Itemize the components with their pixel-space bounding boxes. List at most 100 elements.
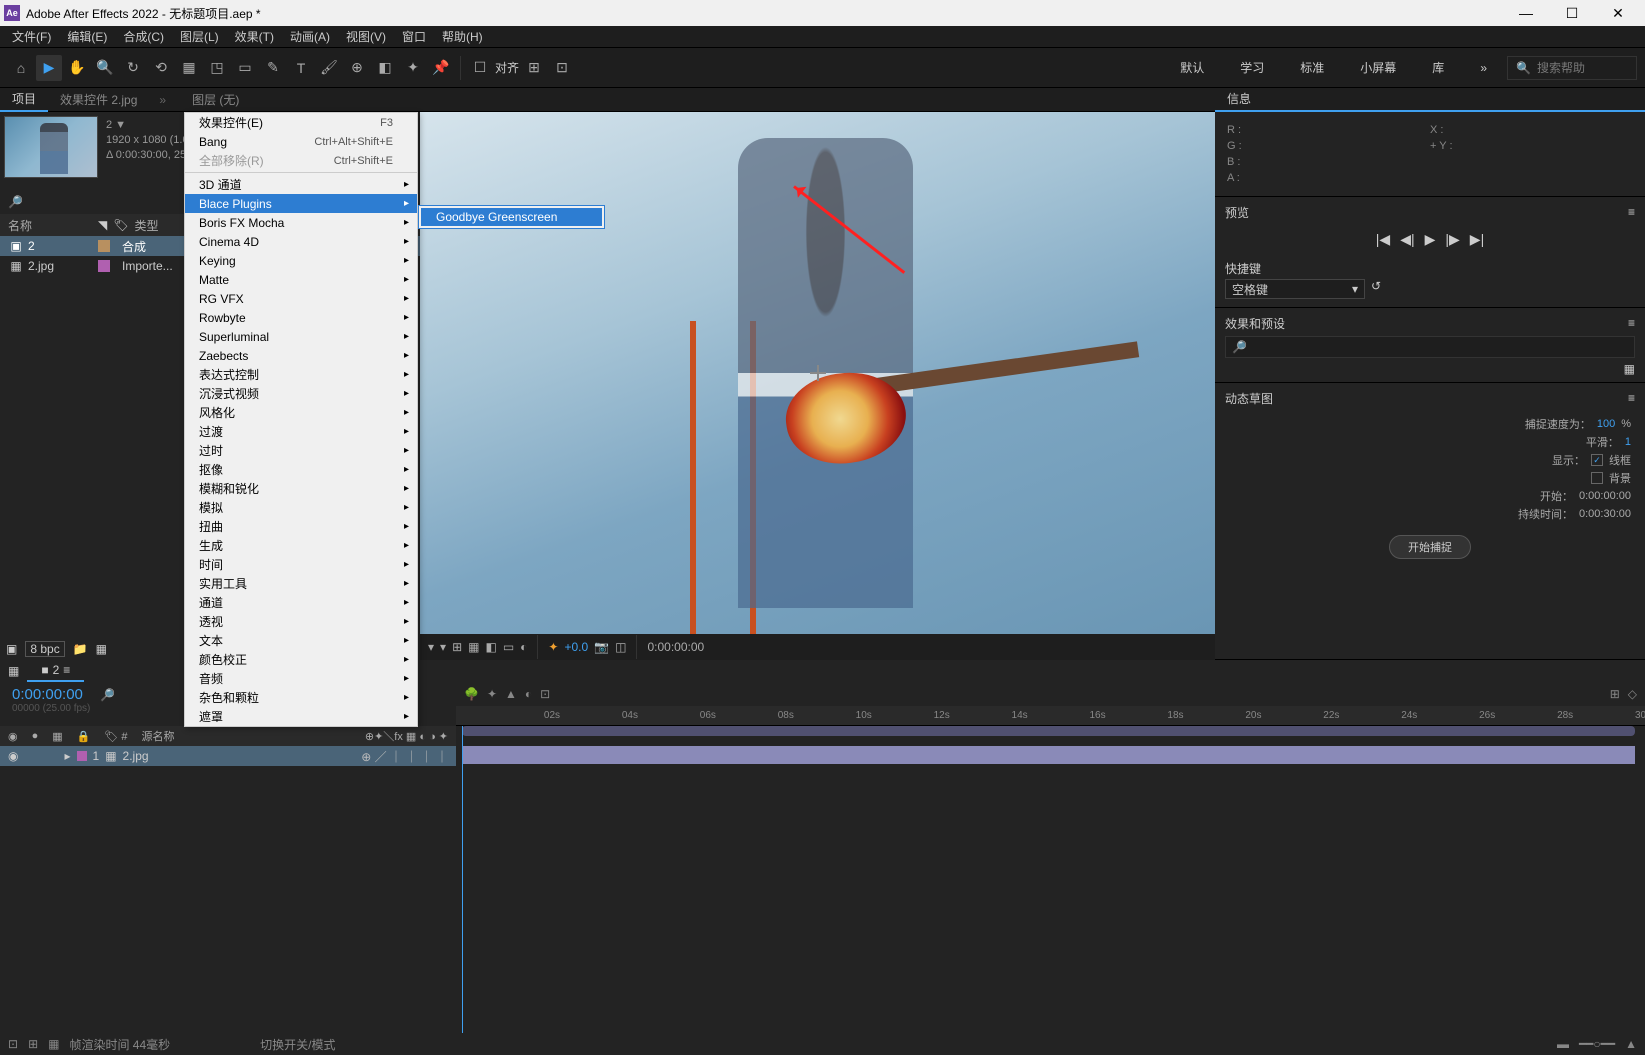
next-frame-button[interactable]: |▶ — [1445, 231, 1459, 248]
camera-tool[interactable]: ▦ — [176, 55, 202, 81]
smooth-value[interactable]: 1 — [1625, 436, 1631, 448]
workspace-library[interactable]: 库 — [1432, 59, 1444, 76]
effect-menu-item[interactable]: Boris FX Mocha▸ — [185, 213, 417, 232]
rotate-tool[interactable]: ⟲ — [148, 55, 174, 81]
effect-menu-item[interactable]: 扭曲▸ — [185, 517, 417, 536]
col-name[interactable]: 名称 — [8, 217, 98, 234]
effect-menu-item[interactable]: 遮罩▸ — [185, 707, 417, 726]
layer-bar[interactable] — [462, 746, 1635, 764]
guides-icon[interactable]: ▦ — [468, 640, 479, 654]
timeline-search-icon[interactable]: 🔎 — [100, 688, 115, 702]
menu-layer[interactable]: 图层(L) — [172, 26, 227, 48]
workspace-more-icon[interactable]: » — [1480, 61, 1487, 75]
effect-menu-item[interactable]: 3D 通道▸ — [185, 175, 417, 194]
maximize-button[interactable]: ☐ — [1549, 0, 1595, 26]
roto-tool[interactable]: ✦ — [400, 55, 426, 81]
menu-effect[interactable]: 效果(T) — [227, 26, 282, 48]
grid-icon[interactable]: ⊞ — [452, 640, 462, 654]
effect-menu-item[interactable]: Superluminal▸ — [185, 327, 417, 346]
effect-menu-item[interactable]: Rowbyte▸ — [185, 308, 417, 327]
effect-menu-item[interactable]: 模糊和锐化▸ — [185, 479, 417, 498]
col-type[interactable]: 类型 — [134, 217, 158, 234]
new-bin-icon[interactable]: ▦ — [1624, 362, 1635, 376]
start-capture-button[interactable]: 开始捕捉 — [1389, 535, 1471, 559]
snap-toggle[interactable]: ☐ — [467, 55, 493, 81]
menu-edit[interactable]: 编辑(E) — [59, 26, 115, 48]
mask-icon[interactable]: ◧ — [485, 640, 496, 654]
close-button[interactable]: ✕ — [1595, 0, 1641, 26]
type-tool[interactable]: T — [288, 55, 314, 81]
render-queue-icon[interactable]: ▦ — [0, 664, 27, 678]
effect-menu-item[interactable]: Blace Plugins▸ — [185, 194, 417, 213]
folder-icon[interactable]: 📁 — [73, 642, 88, 656]
shortcut-select[interactable]: 空格键▾ — [1225, 279, 1365, 299]
comp-thumbnail[interactable] — [4, 116, 98, 178]
reset-icon[interactable]: ↺ — [1371, 279, 1381, 299]
effect-menu-item[interactable]: 通道▸ — [185, 593, 417, 612]
panel-menu-icon[interactable]: ≡ — [1628, 316, 1635, 330]
tl-marker-icon[interactable]: ◇ — [1628, 687, 1637, 701]
footer-icon-3[interactable]: ▦ — [48, 1037, 59, 1051]
effect-menu-item[interactable]: 全部移除(R)Ctrl+Shift+E — [185, 151, 417, 170]
clone-tool[interactable]: ⊕ — [344, 55, 370, 81]
menu-animation[interactable]: 动画(A) — [282, 26, 338, 48]
effect-menu-item[interactable]: 过时▸ — [185, 441, 417, 460]
new-comp-icon[interactable]: ▦ — [96, 642, 107, 656]
tl-icon-5[interactable]: ⊡ — [540, 687, 550, 701]
zoom-in-icon[interactable]: ▲ — [1625, 1037, 1637, 1051]
timeline-track-area[interactable] — [456, 726, 1645, 1033]
effects-title[interactable]: 效果和预设 — [1225, 315, 1285, 332]
prev-frame-button[interactable]: ◀| — [1400, 231, 1414, 248]
zoom-slider[interactable]: ━━○━━ — [1579, 1037, 1615, 1051]
puppet-tool[interactable]: 📌 — [428, 55, 454, 81]
hand-tool[interactable]: ✋ — [64, 55, 90, 81]
workspace-standard[interactable]: 标准 — [1300, 59, 1324, 76]
menu-view[interactable]: 视图(V) — [338, 26, 394, 48]
menu-window[interactable]: 窗口 — [394, 26, 434, 48]
effect-menu-item[interactable]: 效果控件(E)F3 — [185, 113, 417, 132]
menu-help[interactable]: 帮助(H) — [434, 26, 491, 48]
effect-menu-item[interactable]: Keying▸ — [185, 251, 417, 270]
motion-title[interactable]: 动态草图 — [1225, 390, 1273, 407]
effect-menu-item[interactable]: 杂色和颗粒▸ — [185, 688, 417, 707]
current-timecode[interactable]: 0:00:00:00 — [12, 686, 83, 703]
timeline-layer-row[interactable]: ◉ ▸ 1 ▦ 2.jpg ⊕ ／ ｜ ｜ ｜ ｜ — [0, 746, 456, 766]
effect-menu-item[interactable]: Zaebects▸ — [185, 346, 417, 365]
eraser-tool[interactable]: ◧ — [372, 55, 398, 81]
effect-menu-item[interactable]: 表达式控制▸ — [185, 365, 417, 384]
capture-speed-value[interactable]: 100 — [1597, 418, 1615, 430]
menu-composition[interactable]: 合成(C) — [115, 26, 172, 48]
zoom-tool[interactable]: 🔍 — [92, 55, 118, 81]
effect-menu-item[interactable]: 模拟▸ — [185, 498, 417, 517]
panel-menu-icon[interactable]: ≡ — [1628, 205, 1635, 219]
background-checkbox[interactable] — [1591, 472, 1603, 484]
effects-search-input[interactable]: 🔎 — [1225, 336, 1635, 358]
tl-icon-3[interactable]: ▲ — [505, 687, 517, 701]
playhead[interactable] — [462, 726, 463, 1033]
tab-layer[interactable]: 图层 (无) — [180, 88, 251, 112]
snap-option-1[interactable]: ⊞ — [521, 55, 547, 81]
zoom-out-icon[interactable]: ▬ — [1557, 1037, 1569, 1051]
col-label-icon[interactable]: 🏷 — [113, 218, 128, 232]
tab-info[interactable]: 信息 — [1215, 88, 1645, 112]
exposure-value[interactable]: +0.0 — [564, 640, 588, 654]
workspace-learn[interactable]: 学习 — [1240, 59, 1264, 76]
home-button[interactable]: ⌂ — [8, 55, 34, 81]
play-button[interactable]: ▶ — [1425, 231, 1436, 248]
workspace-small[interactable]: 小屏幕 — [1360, 59, 1396, 76]
magnification-dropdown[interactable]: ▾ — [428, 640, 434, 654]
layer-label-swatch[interactable] — [77, 751, 87, 761]
interpret-icon[interactable]: ▣ — [6, 642, 17, 656]
effect-menu-item[interactable]: 风格化▸ — [185, 403, 417, 422]
show-snapshot-icon[interactable]: ◫ — [615, 640, 626, 654]
viewer-canvas[interactable] — [420, 112, 1215, 634]
effect-menu-item[interactable]: 生成▸ — [185, 536, 417, 555]
visibility-toggle[interactable]: ◉ — [8, 749, 18, 763]
snap-option-2[interactable]: ⊡ — [549, 55, 575, 81]
tl-icon-2[interactable]: ✦ — [487, 687, 497, 701]
toggle-switches-label[interactable]: 切换开关/模式 — [260, 1036, 335, 1053]
pan-behind-tool[interactable]: ◳ — [204, 55, 230, 81]
tab-project[interactable]: 项目 — [0, 88, 48, 112]
footer-icon-2[interactable]: ⊞ — [28, 1037, 38, 1051]
effect-menu-item[interactable]: Matte▸ — [185, 270, 417, 289]
